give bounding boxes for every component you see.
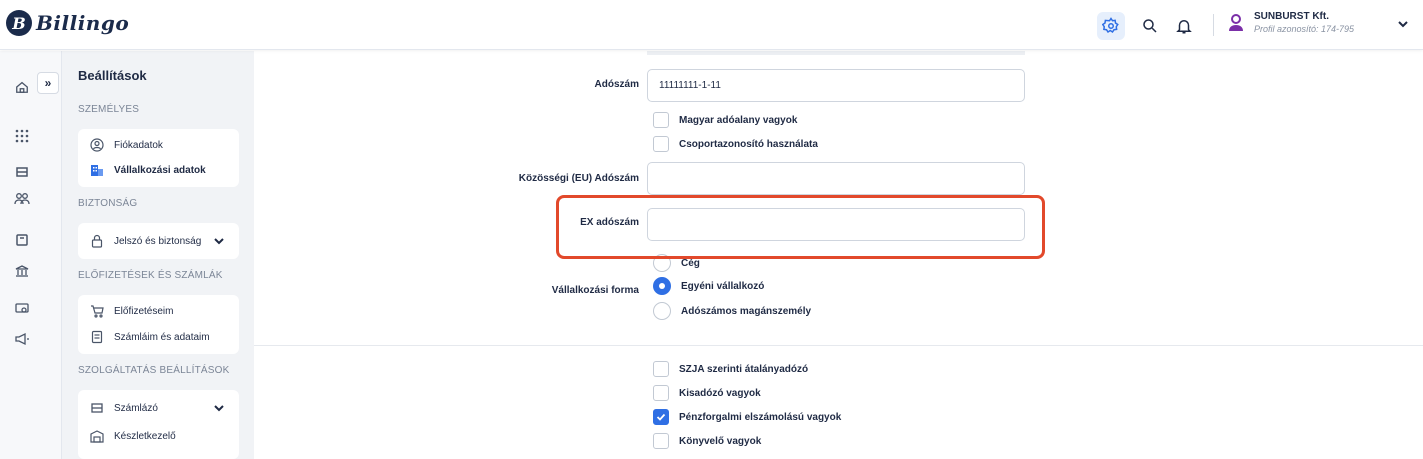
eu-tax-label: Közösségi (EU) Adószám	[518, 173, 639, 184]
megaphone-icon[interactable]	[13, 330, 31, 348]
logo-mark: B	[6, 10, 32, 36]
radio-private-person[interactable]	[653, 302, 671, 320]
nav-item-invoicer[interactable]: Számlázó	[90, 401, 158, 415]
top-divider	[1213, 14, 1214, 36]
tax-number-label: Adószám	[594, 79, 639, 90]
subscriptions-card: Előfizetéseim Számláim és adataim	[78, 295, 239, 354]
nav-item-invoices[interactable]: Számláim és adataim	[90, 330, 210, 344]
bank-icon[interactable]	[13, 262, 31, 280]
document-icon	[91, 330, 103, 344]
check-icon	[656, 413, 666, 421]
settings-nav: Beállítások SZEMÉLYES Fiókadatok Vállalk…	[62, 51, 254, 459]
icon-rail: »	[0, 51, 62, 459]
user-icon	[1229, 13, 1243, 31]
profile-id: Profil azonosító: 174-795	[1254, 24, 1355, 34]
ex-tax-highlight	[556, 195, 1045, 259]
hu-taxpayer-checkbox[interactable]	[653, 112, 669, 128]
warehouse-icon	[90, 430, 104, 443]
nav-item-business[interactable]: Vállalkozási adatok	[90, 163, 206, 177]
profile-menu[interactable]: SUNBURST Kft. Profil azonosító: 174-795	[1228, 11, 1354, 34]
group-id-checkbox-row[interactable]: Csoportazonosító használata	[653, 136, 818, 152]
payment-icon[interactable]	[13, 299, 31, 317]
nav-label: Előfizetéseim	[114, 305, 174, 317]
radio-label: Cég	[681, 257, 700, 269]
group-id-checkbox[interactable]	[653, 136, 669, 152]
accountant-checkbox[interactable]	[653, 433, 669, 449]
invoice-icon[interactable]	[13, 163, 31, 181]
bell-icon[interactable]	[1170, 12, 1198, 40]
section-divider	[254, 345, 1423, 346]
radio-label: Egyéni vállalkozó	[681, 280, 765, 292]
tax-number-input[interactable]: 11111111-1-11	[647, 69, 1025, 102]
logo-text: Billingo	[36, 11, 130, 35]
building-icon	[91, 165, 103, 176]
nav-item-account[interactable]: Fiókadatok	[90, 138, 163, 152]
option-row-kisadozo[interactable]: Kisadózó vagyok	[653, 385, 761, 401]
chevron-down-icon[interactable]	[1397, 19, 1409, 29]
section-security: BIZTONSÁG	[78, 198, 138, 209]
nav-label: Jelszó és biztonság	[114, 235, 202, 247]
hu-taxpayer-checkbox-row[interactable]: Magyar adóalany vagyok	[653, 112, 797, 128]
section-subscriptions: ELŐFIZETÉSEK ÉS SZÁMLÁK	[78, 270, 223, 281]
radio-row-sole-trader[interactable]: Egyéni vállalkozó	[653, 277, 764, 295]
apps-grid-icon[interactable]	[13, 127, 31, 145]
cart-icon	[91, 305, 104, 318]
szja-checkbox[interactable]	[653, 361, 669, 377]
account-icon	[90, 138, 104, 152]
nav-label: Készletkezelő	[114, 430, 176, 442]
profile-name: SUNBURST Kft.	[1254, 11, 1329, 22]
nav-label: Fiókadatok	[114, 139, 163, 151]
option-row-accountant[interactable]: Könyvelő vagyok	[653, 433, 761, 449]
main-form: Adószám 11111111-1-11 Magyar adóalany va…	[254, 51, 1423, 459]
expand-button[interactable]: »	[37, 72, 59, 94]
hu-taxpayer-label: Magyar adóalany vagyok	[679, 114, 798, 126]
radio-sole-trader[interactable]	[653, 277, 671, 295]
option-label: Kisadózó vagyok	[679, 387, 761, 399]
radio-row-private-person[interactable]: Adószámos magánszemély	[653, 302, 811, 320]
radio-label: Adószámos magánszemély	[681, 305, 812, 317]
product-icon[interactable]	[13, 231, 31, 249]
option-row-szja[interactable]: SZJA szerinti átalányadózó	[653, 361, 808, 377]
option-label: Pénzforgalmi elszámolású vagyok	[679, 411, 842, 423]
partners-icon[interactable]	[13, 190, 31, 208]
business-form-label: Vállalkozási forma	[551, 285, 639, 296]
home-icon[interactable]	[13, 78, 31, 96]
section-personal: SZEMÉLYES	[78, 104, 140, 115]
group-id-label: Csoportazonosító használata	[679, 138, 818, 150]
nav-label: Számlázó	[114, 402, 158, 414]
nav-label: Vállalkozási adatok	[114, 164, 206, 176]
top-bar: B Billingo SUNBURST Kft. Profil azonosít…	[0, 0, 1423, 50]
nav-label: Számláim és adataim	[114, 331, 210, 343]
kisadozo-checkbox[interactable]	[653, 385, 669, 401]
previous-field-edge	[647, 51, 1025, 55]
cash-accounting-checkbox[interactable]	[653, 409, 669, 425]
option-row-cash-accounting[interactable]: Pénzforgalmi elszámolású vagyok	[653, 409, 841, 425]
lock-icon	[91, 234, 103, 248]
nav-title: Beállítások	[78, 68, 147, 83]
nav-item-password[interactable]: Jelszó és biztonság	[90, 234, 201, 248]
section-services: SZOLGÁLTATÁS BEÁLLÍTÁSOK	[78, 365, 230, 376]
chevron-down-icon[interactable]	[213, 403, 225, 413]
services-card: Számlázó Készletkezelő	[78, 390, 239, 459]
nav-item-subscriptions[interactable]: Előfizetéseim	[90, 304, 173, 318]
settings-icon[interactable]	[1097, 12, 1125, 40]
nav-item-inventory[interactable]: Készletkezelő	[90, 429, 176, 443]
invoice-icon	[91, 403, 103, 413]
option-label: Könyvelő vagyok	[679, 435, 762, 447]
billingo-logo[interactable]: B Billingo	[6, 10, 129, 36]
security-card: Jelszó és biztonság	[78, 223, 239, 259]
chevron-down-icon[interactable]	[213, 236, 225, 246]
eu-tax-input[interactable]	[647, 162, 1025, 195]
personal-card: Fiókadatok Vállalkozási adatok	[78, 129, 239, 187]
option-label: SZJA szerinti átalányadózó	[679, 363, 809, 375]
search-icon[interactable]	[1136, 12, 1164, 40]
